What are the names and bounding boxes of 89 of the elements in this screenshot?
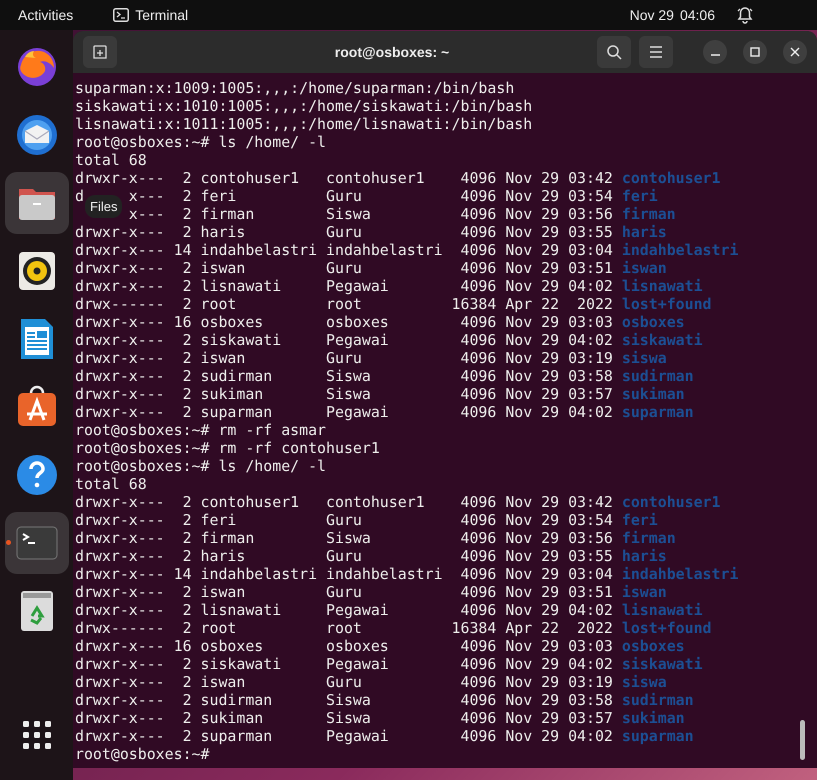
- listing-details: drwxr-x--- 2 siskawati Pegawai 4096 Nov 29 04:02: [75, 655, 613, 673]
- directory-name: lisnawati: [622, 277, 703, 295]
- listing-details: drwxr-x--- 2 iswan Guru 4096 Nov 29 03:19: [75, 673, 613, 691]
- tooltip: Files: [85, 195, 122, 218]
- listing-details: drwxr-x--- 2 sukiman Siswa 4096 Nov 29 03:57: [75, 385, 613, 403]
- menu-button[interactable]: [639, 36, 673, 68]
- directory-name: feri: [622, 187, 658, 205]
- directory-name: sukiman: [622, 385, 685, 403]
- directory-name: firman: [622, 205, 676, 223]
- directory-name: siskawati: [622, 331, 703, 349]
- bell-icon[interactable]: [737, 6, 753, 24]
- maximize-icon: [750, 47, 760, 57]
- scrollbar[interactable]: [800, 720, 805, 760]
- terminal-line: root@osboxes:~# rm -rf contohuser1: [75, 439, 380, 457]
- listing-details: drwxr-x--- 16 osboxes osboxes 4096 Nov 29 03:03: [75, 313, 613, 331]
- listing-details: drwx------ 2 root root 16384 Apr 22 2022: [75, 295, 613, 313]
- listing-details: drwxr-x--- 2 iswan Guru 4096 Nov 29 03:19: [75, 349, 613, 367]
- listing-details: drwxr-x--- 2 haris Guru 4096 Nov 29 03:55: [75, 223, 613, 241]
- directory-name: siswa: [622, 673, 667, 691]
- directory-name: firman: [622, 529, 676, 547]
- listing-details: drwx------ 2 root root 16384 Apr 22 2022: [75, 619, 613, 637]
- terminal-line: total 68: [75, 475, 147, 493]
- terminal-line: root@osboxes:~# ls /home/ -l: [75, 457, 326, 475]
- directory-name: lost+found: [622, 295, 712, 313]
- partial-text: d: [75, 187, 84, 205]
- window-title: root@osboxes: ~: [334, 44, 450, 60]
- terminal-icon: [113, 8, 130, 22]
- listing-details: drwxr-x--- 2 sudirman Siswa 4096 Nov 29 03:58: [75, 367, 613, 385]
- terminal-line: root@osboxes:~# rm -rf asmar: [75, 421, 326, 439]
- directory-name: siskawati: [622, 655, 703, 673]
- directory-name: sudirman: [622, 367, 694, 385]
- directory-name: contohuser1: [622, 169, 720, 187]
- activities-button[interactable]: Activities: [0, 7, 92, 23]
- listing-details: drwxr-x--- 2 sudirman Siswa 4096 Nov 29 03:58: [75, 691, 613, 709]
- listing-details: drwxr-x--- 2 contohuser1 contohuser1 4096 Nov 29 03:42: [75, 493, 613, 511]
- listing-details: x--- 2 feri Guru 4096 Nov 29 03:54: [128, 187, 613, 205]
- directory-name: contohuser1: [622, 493, 720, 511]
- directory-name: haris: [622, 547, 667, 565]
- app-grid-icon[interactable]: [22, 720, 52, 750]
- directory-name: haris: [622, 223, 667, 241]
- directory-name: indahbelastri: [622, 565, 738, 583]
- new-tab-button[interactable]: [83, 36, 117, 68]
- listing-details: drwxr-x--- 2 suparman Pegawai 4096 Nov 29 04:02: [75, 727, 613, 745]
- terminal-line: root@osboxes:~#: [75, 745, 210, 763]
- terminal-line: lisnawati:x:1011:1005:,,,:/home/lisnawati:/bin/bash: [75, 115, 532, 133]
- menu-icon: [649, 46, 663, 58]
- minimize-icon: [710, 54, 720, 56]
- listing-details: x--- 2 firman Siswa 4096 Nov 29 03:56: [128, 205, 613, 223]
- close-button[interactable]: [783, 40, 807, 64]
- terminal-line: suparman:x:1009:1005:,,,:/home/suparman:/bin/bash: [75, 79, 514, 97]
- listing-details: drwxr-x--- 2 lisnawati Pegawai 4096 Nov 29 04:02: [75, 601, 613, 619]
- directory-name: feri: [622, 511, 658, 529]
- terminal-line: siskawati:x:1010:1005:,,,:/home/siskawati:/bin/bash: [75, 97, 532, 115]
- listing-details: drwxr-x--- 2 contohuser1 contohuser1 4096 Nov 29 03:42: [75, 169, 613, 187]
- listing-details: drwxr-x--- 14 indahbelastri indahbelastri 4096 Nov 29 03:04: [75, 241, 613, 259]
- listing-details: drwxr-x--- 2 iswan Guru 4096 Nov 29 03:51: [75, 259, 613, 277]
- app-menu[interactable]: Terminal: [113, 7, 188, 23]
- listing-details: drwxr-x--- 2 siskawati Pegawai 4096 Nov 29 04:02: [75, 331, 613, 349]
- directory-name: iswan: [622, 259, 667, 277]
- close-icon: [790, 47, 800, 57]
- directory-name: indahbelastri: [622, 241, 738, 259]
- listing-details: drwxr-x--- 2 lisnawati Pegawai 4096 Nov 29 04:02: [75, 277, 613, 295]
- listing-details: drwxr-x--- 14 indahbelastri indahbelastri 4096 Nov 29 03:04: [75, 565, 613, 583]
- clock[interactable]: Nov 29 04:06: [630, 7, 715, 23]
- dock-item[interactable]: [4, 172, 68, 234]
- directory-name: suparman: [622, 403, 694, 421]
- directory-name: osboxes: [622, 637, 685, 655]
- listing-details: drwxr-x--- 2 iswan Guru 4096 Nov 29 03:51: [75, 583, 613, 601]
- listing-details: drwxr-x--- 2 feri Guru 4096 Nov 29 03:54: [75, 511, 613, 529]
- directory-name: suparman: [622, 727, 694, 745]
- search-icon: [606, 44, 622, 60]
- directory-name: sukiman: [622, 709, 685, 727]
- listing-details: drwxr-x--- 2 sukiman Siswa 4096 Nov 29 03:57: [75, 709, 613, 727]
- minimize-button[interactable]: [703, 40, 727, 64]
- maximize-button[interactable]: [743, 40, 767, 64]
- directory-name: lost+found: [622, 619, 712, 637]
- search-button[interactable]: [597, 36, 631, 68]
- directory-name: sudirman: [622, 691, 694, 709]
- listing-details: drwxr-x--- 2 haris Guru 4096 Nov 29 03:55: [75, 547, 613, 565]
- directory-name: iswan: [622, 583, 667, 601]
- terminal-line: total 68: [75, 151, 147, 169]
- new-tab-icon: [92, 44, 108, 60]
- listing-details: drwxr-x--- 2 firman Siswa 4096 Nov 29 03:56: [75, 529, 613, 547]
- directory-name: lisnawati: [622, 601, 703, 619]
- listing-details: drwxr-x--- 2 suparman Pegawai 4096 Nov 29 04:02: [75, 403, 613, 421]
- directory-name: osboxes: [622, 313, 685, 331]
- terminal-line: root@osboxes:~# ls /home/ -l: [75, 133, 326, 151]
- directory-name: siswa: [622, 349, 667, 367]
- listing-details: drwxr-x--- 16 osboxes osboxes 4096 Nov 29 03:03: [75, 637, 613, 655]
